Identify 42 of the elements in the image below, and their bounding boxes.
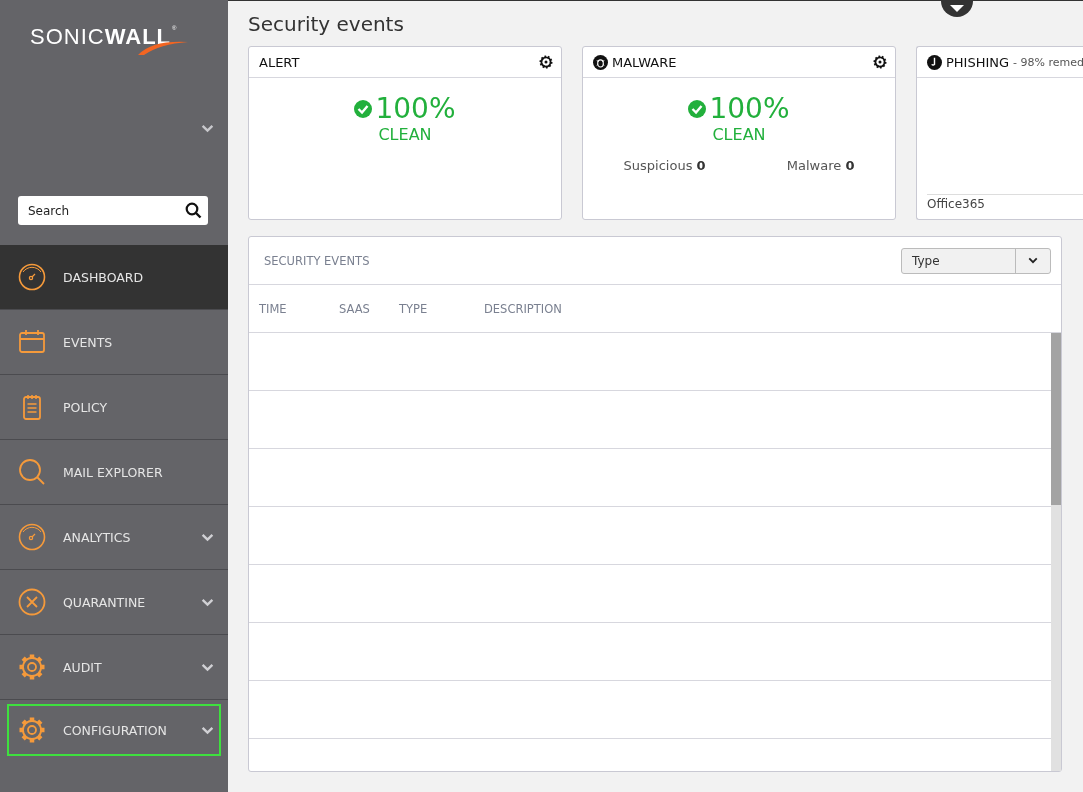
nav-item[interactable]: AUDIT — [0, 635, 228, 700]
clean-status: CLEAN — [712, 125, 766, 144]
check-circle-icon — [688, 99, 707, 118]
chevron-icon — [201, 597, 214, 607]
card-title: ALERT — [259, 54, 300, 70]
calendar-icon — [18, 328, 46, 356]
card-subtitle: - 98% remed — [1013, 55, 1083, 69]
column-header[interactable]: TIME — [259, 301, 339, 316]
column-header[interactable]: TYPE — [399, 301, 484, 316]
chevron-icon — [201, 662, 214, 672]
type-dropdown[interactable]: Type — [901, 247, 1051, 274]
gear-icon — [18, 716, 46, 744]
card-title: PHISHING — [946, 54, 1010, 70]
stat-text: Malware 0 — [786, 158, 855, 173]
search-field[interactable]: Search — [18, 196, 208, 225]
settings-icon[interactable] — [873, 55, 887, 69]
settings-icon[interactable] — [539, 55, 553, 69]
card-title: MALWARE — [612, 54, 677, 70]
nav-item[interactable]: CONFIGURATION — [7, 704, 221, 756]
stat-text: Suspicious 0 — [623, 158, 706, 173]
chevron-icon — [201, 725, 214, 735]
chevron-icon — [201, 123, 214, 133]
chevron-icon — [1028, 257, 1038, 264]
card-footer: Office365 — [927, 194, 1083, 211]
gauge-icon — [18, 523, 46, 551]
gauge-icon — [18, 263, 46, 291]
bug-icon — [593, 54, 608, 70]
panel-title: SECURITY EVENTS — [264, 253, 370, 268]
nav-item[interactable]: DASHBOARD — [0, 245, 228, 310]
column-header[interactable]: DESCRIPTION — [484, 301, 562, 316]
chevron-icon — [201, 532, 214, 542]
scrollbar[interactable] — [1051, 333, 1061, 771]
clean-percent: 100% — [375, 92, 456, 125]
column-header[interactable]: SAAS — [339, 301, 399, 316]
page-title: Security events — [248, 12, 405, 36]
gear-icon — [18, 653, 46, 681]
search-icon — [185, 202, 202, 219]
clean-percent: 100% — [709, 92, 790, 125]
x-circle-icon — [18, 588, 46, 616]
check-circle-icon — [354, 99, 373, 118]
search-icon — [18, 458, 46, 486]
clean-status: CLEAN — [378, 125, 432, 144]
